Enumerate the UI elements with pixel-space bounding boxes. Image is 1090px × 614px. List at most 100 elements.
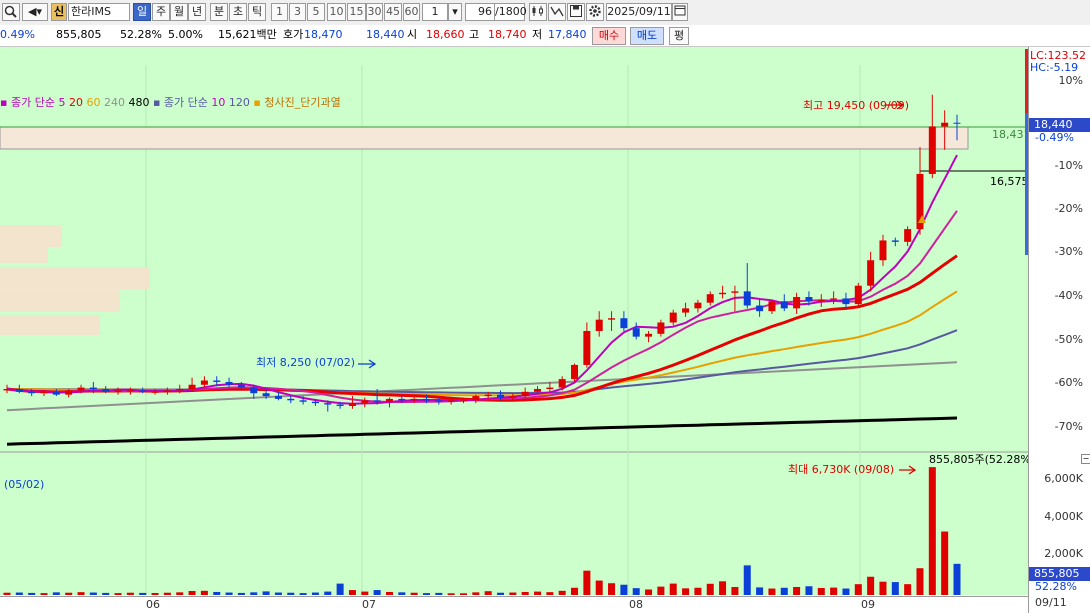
current-price-pct: -0.49% [1035,131,1074,144]
legend-ma5[interactable]: 5 [58,96,65,109]
volume-bar [719,581,727,595]
overheat-zone-box [0,126,969,150]
volume-bar [89,592,97,595]
volume-profile-bar-1 [0,246,48,263]
candle-body [3,388,11,391]
legend-indicator[interactable]: 청사진_단기과열 [264,96,340,109]
current-price-tag: 18,440 [1029,118,1090,132]
interval-button-30[interactable]: 30 [366,3,383,21]
volume-tag-pct: 52.28% [1035,580,1077,593]
volume-bar [472,592,480,595]
legend-ma20[interactable]: 20 [69,96,83,109]
volume-bar [780,587,788,595]
volume-bar [854,584,862,595]
volume-bar [114,593,122,595]
interval-button-45[interactable]: 45 [384,3,402,21]
interval-button-15[interactable]: 15 [347,3,366,21]
volume-tick-1: 4,000K [1044,510,1083,523]
candle-body [509,396,517,398]
volume-ratio: 52.28% [120,28,162,41]
x-label-08: 08 [629,598,643,611]
ma480-line [6,416,958,446]
volume-bar [348,590,356,595]
volume-bar [534,591,542,595]
bid-price: 18,470 [304,28,343,41]
chart-type-icon[interactable] [529,3,547,21]
volume-bar [706,583,714,595]
interval-button-3[interactable]: 3 [289,3,306,21]
candle-body [262,393,270,397]
candle-body [817,299,825,302]
candle-body [52,391,60,395]
gear-icon[interactable] [586,3,604,21]
open-label: 시 [407,28,418,41]
multiplier-dropdown-icon[interactable]: ▾ [448,3,462,21]
interval-button-5[interactable]: 5 [307,3,325,21]
x-label-07: 07 [362,598,376,611]
volume-bar [373,590,381,595]
interval-button-60[interactable]: 60 [403,3,420,21]
period-button-5[interactable]: 초 [229,3,247,21]
x-label-09: 09 [861,598,875,611]
legend-ma10[interactable]: 10 [211,96,225,109]
candle-body [89,387,97,389]
volume-bar [583,570,591,595]
legend-ma-label-1[interactable]: 종가 단순 [11,96,55,109]
period-button-0[interactable]: 일 [133,3,151,21]
candle-body [410,398,418,401]
interval-button-1[interactable]: 1 [271,3,288,21]
calendar-icon[interactable] [672,3,688,21]
date-field[interactable]: 2025/09/11 [606,3,672,21]
volume-max-annotation: 최대 6,730K (09/08) [788,463,895,476]
save-icon[interactable] [567,3,585,21]
candle-body [102,388,110,392]
interval-button-10[interactable]: 10 [327,3,346,21]
period-button-6[interactable]: 틱 [248,3,266,21]
candle-body [274,396,282,399]
candle-body [188,384,196,389]
legend-ma60[interactable]: 60 [86,96,100,109]
ma240-line [6,361,958,412]
volume-bar [200,590,208,595]
candle-body [176,388,184,391]
count-field[interactable]: 96 [465,3,495,21]
low-annotation: 최저 8,250 (07/02) [256,356,356,369]
price-volume-chart[interactable] [0,47,1028,595]
period-button-3[interactable]: 년 [188,3,206,21]
stock-name-field[interactable]: 한라IMS [68,3,130,21]
count-total: /1800 [495,3,527,21]
speaker-dropdown-icon[interactable]: ◀▾ [22,3,48,21]
search-icon[interactable] [2,3,20,21]
volume-bar [484,591,492,595]
legend-ma240[interactable]: 240 [104,96,125,109]
buy-button[interactable]: 매수 [592,27,626,45]
candle-body [854,285,862,305]
sell-button[interactable]: 매도 [630,27,664,45]
volume-bar [953,563,961,595]
multiplier-field[interactable]: 1 [422,3,448,21]
period-button-2[interactable]: 월 [170,3,188,21]
right-axis: LC:123.52 HC:-5.19 18,440 -0.49% 855,805… [1025,47,1090,613]
legend-ma480[interactable]: 480 [128,96,149,109]
candle-body [904,229,912,242]
legend-ma-label-2[interactable]: 종가 단순 [164,96,208,109]
volume-bar [311,592,319,595]
volume-bar [361,591,369,595]
chart-area[interactable]: ▪ 종가 단순 5 20 60 240 480 ▪ 종가 단순 10 120 ▪… [0,47,1035,595]
trend-tool-icon[interactable] [548,3,566,21]
collapse-pane-icon[interactable]: − [1081,454,1090,464]
hc-value: HC:-5.19 [1030,61,1079,74]
candle-body [546,387,554,389]
even-button[interactable]: 평 [669,27,689,45]
indicator-legend: ▪ 종가 단순 5 20 60 240 480 ▪ 종가 단순 10 120 ▪… [0,94,341,112]
candle-body [583,330,591,365]
period-button-4[interactable]: 분 [210,3,228,21]
period-button-1[interactable]: 주 [152,3,170,21]
candle-body [632,328,640,337]
legend-ma120[interactable]: 120 [229,96,250,109]
volume-bar [262,591,270,595]
volume-bar [213,591,221,595]
volume-bar [459,593,467,595]
candle-body [879,240,887,261]
candle-body [163,390,171,392]
